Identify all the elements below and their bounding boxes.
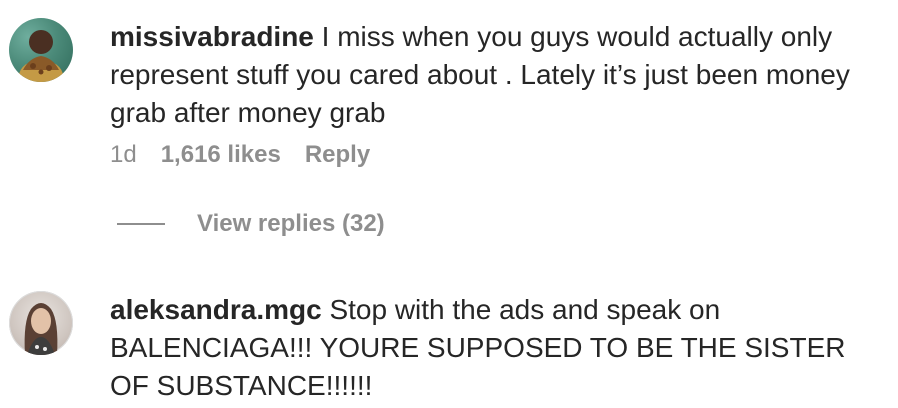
comment-age[interactable]: 1d <box>110 141 137 169</box>
comment-username[interactable]: missivabradine <box>110 21 314 52</box>
comment-meta: 1d 1,616 likes Reply <box>110 141 370 169</box>
avatar[interactable] <box>9 291 73 355</box>
replies-divider-line <box>117 223 165 225</box>
view-replies-label: View replies (32) <box>197 210 385 237</box>
avatar-photo-icon <box>19 30 63 82</box>
comment-text-block: missivabradine I miss when you guys woul… <box>110 18 890 132</box>
comment-text-block: aleksandra.mgc Stop with the ads and spe… <box>110 291 890 405</box>
avatar-photo-icon <box>24 303 58 355</box>
reply-button[interactable]: Reply <box>305 141 370 169</box>
view-replies-button[interactable]: View replies (32) <box>117 210 385 238</box>
avatar[interactable] <box>9 18 73 82</box>
comment-likes[interactable]: 1,616 likes <box>161 141 281 169</box>
comment-username[interactable]: aleksandra.mgc <box>110 294 322 325</box>
